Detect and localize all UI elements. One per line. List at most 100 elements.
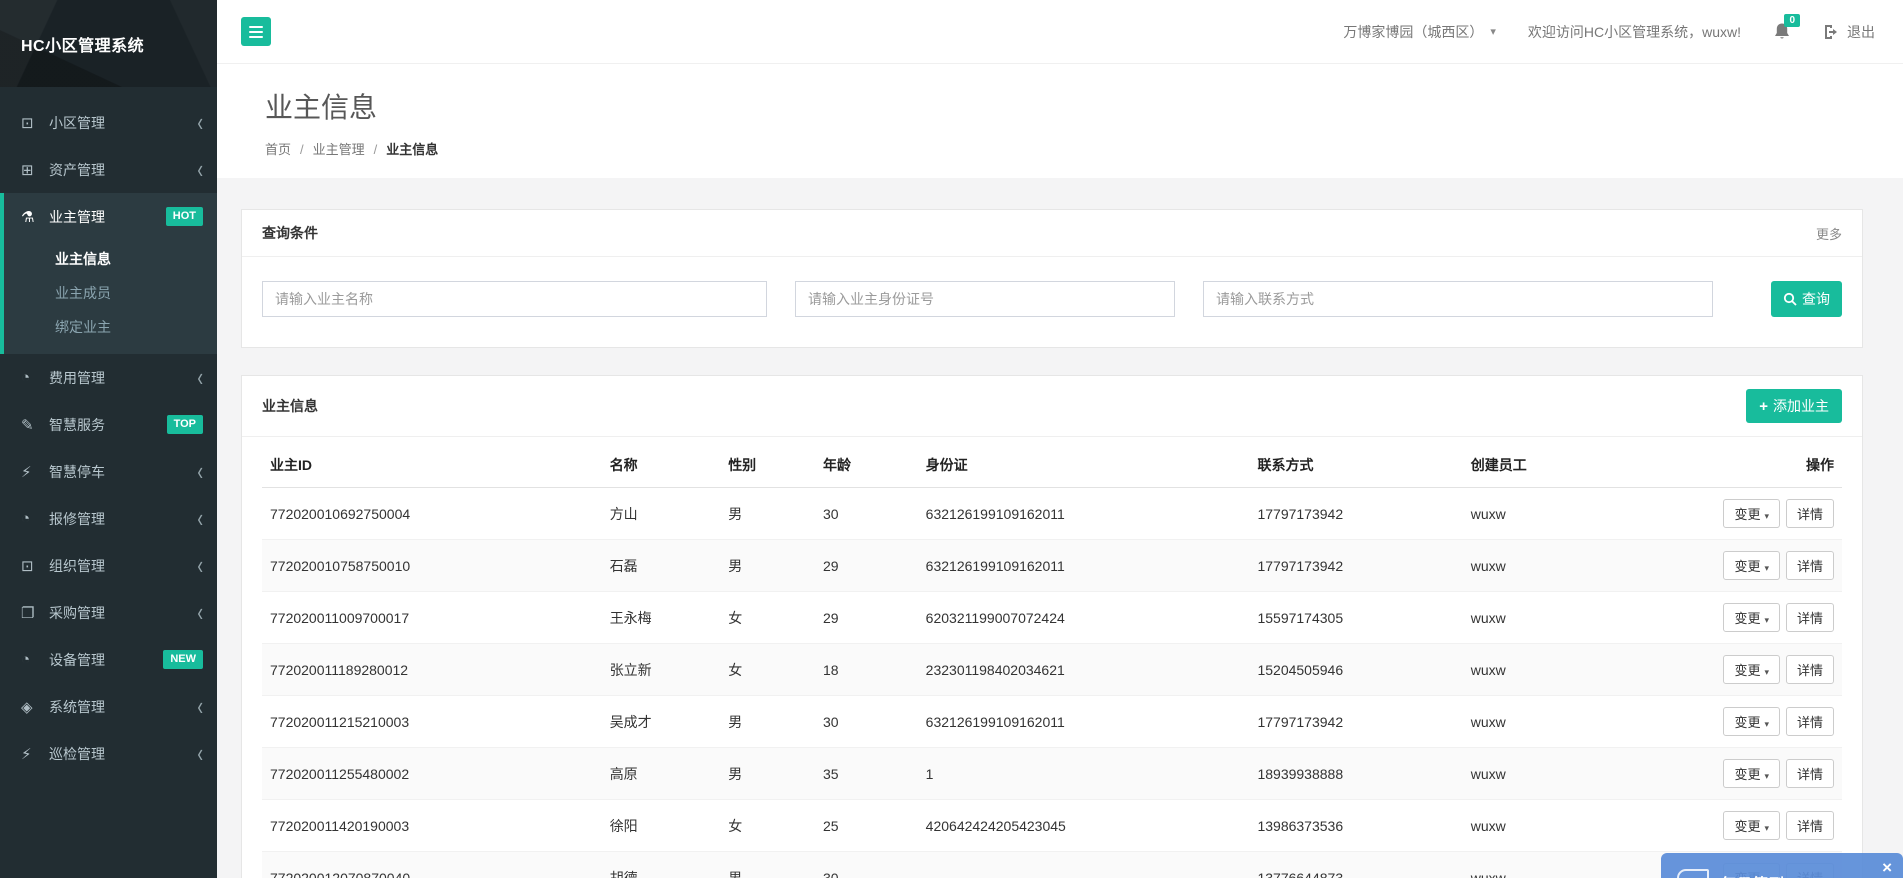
sidebar-item-system[interactable]: ◈系统管理‹ (0, 683, 217, 730)
app-title: HC小区管理系统 (21, 32, 144, 56)
owner-table: 业主ID名称性别年龄身份证联系方式创建员工操作 7720200106927500… (262, 445, 1842, 878)
sidebar-item-inspection[interactable]: ⚡巡检管理‹ (0, 730, 217, 777)
caret-down-icon: ▾ (1764, 719, 1769, 729)
page-header: 业主信息 首页 业主管理 业主信息 (217, 64, 1903, 178)
detail-button[interactable]: 详情 (1786, 759, 1834, 788)
table-cell: 29 (815, 540, 918, 592)
caret-down-icon: ▾ (1764, 823, 1769, 833)
detail-button[interactable]: 详情 (1786, 655, 1834, 684)
table-cell: 420642424205423045 (918, 800, 1250, 852)
change-button[interactable]: 变更▾ (1723, 499, 1780, 528)
menu-badge: TOP (167, 415, 203, 433)
sidebar: HC小区管理系统 ⊡小区管理‹⊞资产管理‹⚗业主管理HOT业主信息业主成员绑定业… (0, 0, 217, 878)
table-cell: 男 (720, 488, 815, 540)
change-button[interactable]: 变更▾ (1723, 603, 1780, 632)
table-cell: wuxw (1463, 852, 1637, 878)
hamburger-icon (249, 26, 263, 28)
table-cell: 30 (815, 488, 918, 540)
flash-icon: ⚡ (21, 745, 45, 763)
change-button[interactable]: 变更▾ (1723, 811, 1780, 840)
table-cell: 620321199007072424 (918, 592, 1250, 644)
desktop-icon: ⊡ (21, 114, 45, 132)
sidebar-item-label: 报修管理 (49, 509, 105, 529)
search-button[interactable]: 查询 (1771, 281, 1842, 317)
table-cell: 632126199109162011 (918, 488, 1250, 540)
sidebar-item-organization[interactable]: ⊡组织管理‹ (0, 542, 217, 589)
community-selector[interactable]: 万博家博园（城西区） ▾ (1343, 22, 1496, 42)
table-header-row: 业主ID名称性别年龄身份证联系方式创建员工操作 (262, 445, 1842, 488)
logout-button[interactable]: 退出 (1823, 22, 1875, 42)
table-cell: 13776644873 (1249, 852, 1462, 878)
sidebar-item-device[interactable]: ◔设备管理NEW (0, 636, 217, 683)
chevron-left-icon: ‹ (197, 506, 203, 532)
table-cell: 15597174305 (1249, 592, 1462, 644)
actions-cell: 变更▾详情 (1637, 696, 1842, 748)
breadcrumb-home[interactable]: 首页 (265, 139, 313, 158)
change-button[interactable]: 变更▾ (1723, 707, 1780, 736)
more-filters-link[interactable]: 更多 (1816, 224, 1842, 243)
sidebar-item-smart-parking[interactable]: ⚡智慧停车‹ (0, 448, 217, 495)
table-row: 772020011255480002高原男35118939938888wuxw变… (262, 748, 1842, 800)
chevron-left-icon: ‹ (197, 157, 203, 183)
column-header: 性别 (720, 445, 815, 488)
detail-button[interactable]: 详情 (1786, 551, 1834, 580)
table-cell: 1 (918, 748, 1250, 800)
column-header: 操作 (1637, 445, 1842, 488)
table-cell: 30 (815, 852, 918, 878)
change-button[interactable]: 变更▾ (1723, 655, 1780, 684)
change-button[interactable]: 变更▾ (1723, 551, 1780, 580)
table-cell: 石磊 (602, 540, 721, 592)
chevron-left-icon: ‹ (197, 365, 203, 391)
detail-button[interactable]: 详情 (1786, 811, 1834, 840)
caret-down-icon: ▾ (1764, 615, 1769, 625)
search-button-label: 查询 (1802, 289, 1830, 309)
caret-down-icon: ▾ (1764, 667, 1769, 677)
close-icon[interactable]: × (1882, 859, 1892, 876)
breadcrumb-owner-management[interactable]: 业主管理 (313, 139, 387, 158)
table-cell: 30 (815, 696, 918, 748)
sidebar-item-purchase[interactable]: ❐采购管理‹ (0, 589, 217, 636)
table-cell: 772020011215210003 (262, 696, 602, 748)
table-cell: wuxw (1463, 696, 1637, 748)
table-cell: 张立新 (602, 644, 721, 696)
sidebar-item-repair[interactable]: ◔报修管理‹ (0, 495, 217, 542)
flash-icon: ⚡ (21, 463, 45, 481)
detail-button[interactable]: 详情 (1786, 707, 1834, 736)
sidebar-item-asset[interactable]: ⊞资产管理‹ (0, 146, 217, 193)
table-row: 772020011420190003徐阳女2542064242420542304… (262, 800, 1842, 852)
sidebar-item-owner-bind[interactable]: 绑定业主 (4, 310, 217, 344)
sidebar-item-label: 智慧停车 (49, 462, 105, 482)
sidebar-item-label: 组织管理 (49, 556, 105, 576)
sidebar-item-owner-member[interactable]: 业主成员 (4, 276, 217, 310)
notifications-button[interactable]: 0 (1773, 22, 1791, 41)
caret-down-icon: ▾ (1764, 511, 1769, 521)
change-button[interactable]: 变更▾ (1723, 759, 1780, 788)
plus-icon: + (1759, 398, 1768, 415)
sidebar-item-label: 巡检管理 (49, 744, 105, 764)
welcome-text: 欢迎访问HC小区管理系统，wuxw! (1528, 22, 1741, 42)
sidebar-item-smart-service[interactable]: ✎智慧服务TOP (0, 401, 217, 448)
table-body: 772020010692750004方山男3063212619910916201… (262, 488, 1842, 878)
sidebar-item-fee[interactable]: ◔费用管理‹ (0, 354, 217, 401)
owner-idcard-input[interactable] (795, 281, 1175, 317)
checkin-icon (1677, 869, 1709, 878)
search-panel-title: 查询条件 (262, 223, 318, 243)
sidebar-item-label: 系统管理 (49, 697, 105, 717)
sidebar-item-owner[interactable]: ⚗业主管理HOT (4, 193, 217, 240)
detail-button[interactable]: 详情 (1786, 603, 1834, 632)
add-owner-button[interactable]: + 添加业主 (1746, 389, 1842, 423)
actions-cell: 变更▾详情 (1637, 748, 1842, 800)
owner-name-input[interactable] (262, 281, 767, 317)
table-cell (918, 852, 1250, 878)
search-form: 查询 (242, 257, 1862, 347)
sidebar-toggle-button[interactable] (241, 17, 271, 46)
sidebar-item-owner-info[interactable]: 业主信息 (4, 242, 217, 276)
sidebar-item-community[interactable]: ⊡小区管理‹ (0, 99, 217, 146)
logout-label: 退出 (1847, 22, 1875, 42)
daily-checkin-toast: 每日签到 × (1661, 853, 1903, 878)
desktop-icon: ⊡ (21, 557, 45, 575)
detail-button[interactable]: 详情 (1786, 499, 1834, 528)
sidebar-menu: ⊡小区管理‹⊞资产管理‹⚗业主管理HOT业主信息业主成员绑定业主 ◔费用管理‹✎智… (0, 87, 217, 777)
contact-input[interactable] (1203, 281, 1713, 317)
table-row: 772020010758750010石磊男2963212619910916201… (262, 540, 1842, 592)
